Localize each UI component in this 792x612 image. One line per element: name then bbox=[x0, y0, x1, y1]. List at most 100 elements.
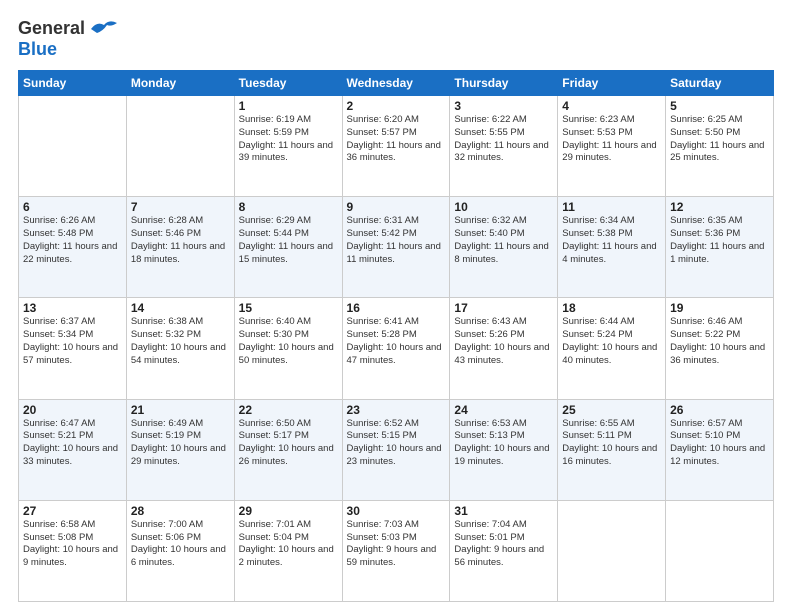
day-info: Sunrise: 6:31 AM Sunset: 5:42 PM Dayligh… bbox=[347, 215, 446, 266]
calendar-cell: 8Sunrise: 6:29 AM Sunset: 5:44 PM Daylig… bbox=[234, 197, 342, 298]
calendar-cell bbox=[666, 500, 774, 601]
day-number: 5 bbox=[670, 99, 769, 113]
day-number: 2 bbox=[347, 99, 446, 113]
day-header-friday: Friday bbox=[558, 71, 666, 96]
calendar-cell bbox=[126, 96, 234, 197]
day-number: 18 bbox=[562, 301, 661, 315]
calendar-cell: 19Sunrise: 6:46 AM Sunset: 5:22 PM Dayli… bbox=[666, 298, 774, 399]
day-number: 24 bbox=[454, 403, 553, 417]
day-info: Sunrise: 6:22 AM Sunset: 5:55 PM Dayligh… bbox=[454, 114, 553, 165]
day-info: Sunrise: 6:37 AM Sunset: 5:34 PM Dayligh… bbox=[23, 316, 122, 367]
day-number: 11 bbox=[562, 200, 661, 214]
day-number: 4 bbox=[562, 99, 661, 113]
day-info: Sunrise: 6:50 AM Sunset: 5:17 PM Dayligh… bbox=[239, 418, 338, 469]
day-number: 14 bbox=[131, 301, 230, 315]
day-number: 6 bbox=[23, 200, 122, 214]
day-info: Sunrise: 6:23 AM Sunset: 5:53 PM Dayligh… bbox=[562, 114, 661, 165]
calendar-cell: 28Sunrise: 7:00 AM Sunset: 5:06 PM Dayli… bbox=[126, 500, 234, 601]
day-info: Sunrise: 6:20 AM Sunset: 5:57 PM Dayligh… bbox=[347, 114, 446, 165]
day-info: Sunrise: 6:52 AM Sunset: 5:15 PM Dayligh… bbox=[347, 418, 446, 469]
day-info: Sunrise: 6:34 AM Sunset: 5:38 PM Dayligh… bbox=[562, 215, 661, 266]
day-number: 29 bbox=[239, 504, 338, 518]
day-number: 30 bbox=[347, 504, 446, 518]
day-info: Sunrise: 6:38 AM Sunset: 5:32 PM Dayligh… bbox=[131, 316, 230, 367]
day-number: 10 bbox=[454, 200, 553, 214]
day-info: Sunrise: 6:53 AM Sunset: 5:13 PM Dayligh… bbox=[454, 418, 553, 469]
day-info: Sunrise: 6:29 AM Sunset: 5:44 PM Dayligh… bbox=[239, 215, 338, 266]
calendar-cell: 6Sunrise: 6:26 AM Sunset: 5:48 PM Daylig… bbox=[19, 197, 127, 298]
day-number: 8 bbox=[239, 200, 338, 214]
calendar-cell: 17Sunrise: 6:43 AM Sunset: 5:26 PM Dayli… bbox=[450, 298, 558, 399]
day-info: Sunrise: 6:49 AM Sunset: 5:19 PM Dayligh… bbox=[131, 418, 230, 469]
calendar-cell: 31Sunrise: 7:04 AM Sunset: 5:01 PM Dayli… bbox=[450, 500, 558, 601]
day-info: Sunrise: 6:46 AM Sunset: 5:22 PM Dayligh… bbox=[670, 316, 769, 367]
day-number: 13 bbox=[23, 301, 122, 315]
logo: General Blue bbox=[18, 18, 119, 60]
calendar-cell: 12Sunrise: 6:35 AM Sunset: 5:36 PM Dayli… bbox=[666, 197, 774, 298]
day-info: Sunrise: 6:57 AM Sunset: 5:10 PM Dayligh… bbox=[670, 418, 769, 469]
day-number: 27 bbox=[23, 504, 122, 518]
day-number: 23 bbox=[347, 403, 446, 417]
calendar-cell: 26Sunrise: 6:57 AM Sunset: 5:10 PM Dayli… bbox=[666, 399, 774, 500]
calendar-cell: 20Sunrise: 6:47 AM Sunset: 5:21 PM Dayli… bbox=[19, 399, 127, 500]
calendar-cell: 15Sunrise: 6:40 AM Sunset: 5:30 PM Dayli… bbox=[234, 298, 342, 399]
day-header-wednesday: Wednesday bbox=[342, 71, 450, 96]
logo-text-blue: Blue bbox=[18, 39, 57, 59]
header: General Blue bbox=[18, 18, 774, 60]
day-header-thursday: Thursday bbox=[450, 71, 558, 96]
day-number: 26 bbox=[670, 403, 769, 417]
day-info: Sunrise: 7:03 AM Sunset: 5:03 PM Dayligh… bbox=[347, 519, 446, 570]
day-number: 1 bbox=[239, 99, 338, 113]
day-number: 22 bbox=[239, 403, 338, 417]
logo-text-general: General bbox=[18, 18, 85, 39]
calendar-cell: 16Sunrise: 6:41 AM Sunset: 5:28 PM Dayli… bbox=[342, 298, 450, 399]
day-header-saturday: Saturday bbox=[666, 71, 774, 96]
calendar-cell: 10Sunrise: 6:32 AM Sunset: 5:40 PM Dayli… bbox=[450, 197, 558, 298]
calendar-cell: 24Sunrise: 6:53 AM Sunset: 5:13 PM Dayli… bbox=[450, 399, 558, 500]
day-header-sunday: Sunday bbox=[19, 71, 127, 96]
day-info: Sunrise: 6:25 AM Sunset: 5:50 PM Dayligh… bbox=[670, 114, 769, 165]
calendar-cell: 23Sunrise: 6:52 AM Sunset: 5:15 PM Dayli… bbox=[342, 399, 450, 500]
day-number: 19 bbox=[670, 301, 769, 315]
day-header-monday: Monday bbox=[126, 71, 234, 96]
day-number: 28 bbox=[131, 504, 230, 518]
day-number: 17 bbox=[454, 301, 553, 315]
calendar-cell: 1Sunrise: 6:19 AM Sunset: 5:59 PM Daylig… bbox=[234, 96, 342, 197]
calendar-cell: 9Sunrise: 6:31 AM Sunset: 5:42 PM Daylig… bbox=[342, 197, 450, 298]
day-number: 3 bbox=[454, 99, 553, 113]
day-info: Sunrise: 6:44 AM Sunset: 5:24 PM Dayligh… bbox=[562, 316, 661, 367]
logo-bird-icon bbox=[89, 19, 119, 39]
calendar-cell: 27Sunrise: 6:58 AM Sunset: 5:08 PM Dayli… bbox=[19, 500, 127, 601]
day-number: 7 bbox=[131, 200, 230, 214]
day-info: Sunrise: 6:19 AM Sunset: 5:59 PM Dayligh… bbox=[239, 114, 338, 165]
calendar-cell: 5Sunrise: 6:25 AM Sunset: 5:50 PM Daylig… bbox=[666, 96, 774, 197]
day-info: Sunrise: 7:01 AM Sunset: 5:04 PM Dayligh… bbox=[239, 519, 338, 570]
day-number: 15 bbox=[239, 301, 338, 315]
calendar-cell: 25Sunrise: 6:55 AM Sunset: 5:11 PM Dayli… bbox=[558, 399, 666, 500]
calendar-cell: 21Sunrise: 6:49 AM Sunset: 5:19 PM Dayli… bbox=[126, 399, 234, 500]
day-info: Sunrise: 6:28 AM Sunset: 5:46 PM Dayligh… bbox=[131, 215, 230, 266]
calendar-cell bbox=[19, 96, 127, 197]
calendar-cell: 3Sunrise: 6:22 AM Sunset: 5:55 PM Daylig… bbox=[450, 96, 558, 197]
calendar-cell: 13Sunrise: 6:37 AM Sunset: 5:34 PM Dayli… bbox=[19, 298, 127, 399]
day-number: 21 bbox=[131, 403, 230, 417]
day-info: Sunrise: 6:35 AM Sunset: 5:36 PM Dayligh… bbox=[670, 215, 769, 266]
day-number: 9 bbox=[347, 200, 446, 214]
day-info: Sunrise: 6:47 AM Sunset: 5:21 PM Dayligh… bbox=[23, 418, 122, 469]
day-info: Sunrise: 6:41 AM Sunset: 5:28 PM Dayligh… bbox=[347, 316, 446, 367]
calendar-table: SundayMondayTuesdayWednesdayThursdayFrid… bbox=[18, 70, 774, 602]
calendar-cell: 7Sunrise: 6:28 AM Sunset: 5:46 PM Daylig… bbox=[126, 197, 234, 298]
day-info: Sunrise: 6:43 AM Sunset: 5:26 PM Dayligh… bbox=[454, 316, 553, 367]
day-info: Sunrise: 6:58 AM Sunset: 5:08 PM Dayligh… bbox=[23, 519, 122, 570]
day-info: Sunrise: 6:40 AM Sunset: 5:30 PM Dayligh… bbox=[239, 316, 338, 367]
calendar-cell: 29Sunrise: 7:01 AM Sunset: 5:04 PM Dayli… bbox=[234, 500, 342, 601]
day-header-tuesday: Tuesday bbox=[234, 71, 342, 96]
day-info: Sunrise: 7:00 AM Sunset: 5:06 PM Dayligh… bbox=[131, 519, 230, 570]
calendar-cell: 22Sunrise: 6:50 AM Sunset: 5:17 PM Dayli… bbox=[234, 399, 342, 500]
day-number: 31 bbox=[454, 504, 553, 518]
day-info: Sunrise: 6:26 AM Sunset: 5:48 PM Dayligh… bbox=[23, 215, 122, 266]
calendar-cell: 18Sunrise: 6:44 AM Sunset: 5:24 PM Dayli… bbox=[558, 298, 666, 399]
day-info: Sunrise: 6:32 AM Sunset: 5:40 PM Dayligh… bbox=[454, 215, 553, 266]
day-info: Sunrise: 6:55 AM Sunset: 5:11 PM Dayligh… bbox=[562, 418, 661, 469]
calendar-cell: 14Sunrise: 6:38 AM Sunset: 5:32 PM Dayli… bbox=[126, 298, 234, 399]
